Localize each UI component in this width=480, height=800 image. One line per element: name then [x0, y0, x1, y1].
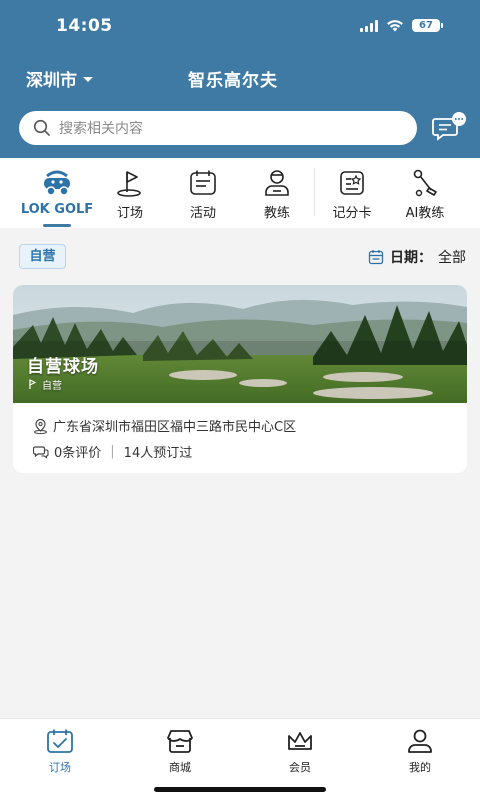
tab-coach[interactable]: 教练 — [237, 168, 317, 221]
search-placeholder: 搜索相关内容 — [59, 121, 143, 137]
tab-divider — [314, 168, 315, 216]
cellular-signal-icon — [360, 19, 378, 32]
date-filter-value: 全部 — [438, 250, 466, 266]
self-operated-filter-badge[interactable]: 自营 — [19, 244, 66, 269]
stats-separator: | — [110, 444, 115, 459]
tab-label: AI教练 — [405, 206, 445, 221]
wifi-icon — [387, 20, 403, 32]
search-input[interactable]: 搜索相关内容 — [19, 111, 417, 145]
course-card[interactable]: 自营球场 自营 广东省深圳市福田区福中三路市民中心C区 0条评价 | 14人预订… — [13, 285, 467, 473]
nav-membership[interactable]: 会员 — [260, 727, 340, 775]
course-photo — [13, 285, 467, 403]
golf-club-icon — [413, 169, 437, 197]
tab-label: LOK GOLF — [20, 202, 94, 217]
nav-profile[interactable]: 我的 — [380, 727, 460, 775]
crown-icon — [288, 732, 312, 750]
course-title: 自营球场 — [27, 357, 99, 377]
store-icon — [167, 730, 193, 753]
comment-bubbles-icon — [33, 446, 49, 459]
tab-label: 记分卡 — [332, 206, 372, 221]
course-address: 广东省深圳市福田区福中三路市民中心C区 — [33, 416, 296, 435]
calendar-check-icon — [47, 729, 73, 753]
booking-count: 14人预订过 — [123, 446, 193, 461]
category-tabs: LOK GOLF 订场 活动 教练 记分卡 AI教练 — [0, 158, 480, 228]
self-operated-tag: 自营 — [27, 377, 62, 392]
city-label: 深圳市 — [26, 71, 77, 91]
tab-label: 教练 — [263, 206, 290, 221]
status-time: 14:05 — [56, 16, 113, 36]
nav-label: 我的 — [409, 761, 431, 774]
chevron-down-icon — [83, 77, 93, 82]
battery-indicator: 67 — [412, 19, 443, 32]
chat-bubble-icon — [432, 112, 466, 141]
tab-lok-golf[interactable]: LOK GOLF — [17, 168, 97, 217]
home-indicator — [154, 787, 326, 792]
tab-ai-coach[interactable]: AI教练 — [385, 168, 465, 221]
tab-label: 订场 — [116, 206, 143, 221]
tab-label: 活动 — [189, 206, 216, 221]
coach-icon — [265, 170, 289, 196]
date-filter[interactable]: 日期： 全部 — [368, 247, 466, 267]
course-stats: 0条评价 | 14人预订过 — [33, 442, 192, 461]
nav-label: 会员 — [289, 761, 311, 774]
date-filter-label: 日期： — [390, 250, 432, 266]
scorecard-icon — [340, 171, 364, 195]
tab-events[interactable]: 活动 — [163, 168, 243, 221]
messages-button[interactable] — [432, 112, 468, 142]
review-count: 0条评价 — [54, 446, 102, 461]
city-selector[interactable]: 深圳市 — [26, 66, 93, 91]
tab-booking[interactable]: 订场 — [90, 168, 170, 221]
tab-scorecard[interactable]: 记分卡 — [312, 168, 392, 221]
course-address-text: 广东省深圳市福田区福中三路市民中心C区 — [53, 420, 297, 435]
nav-booking[interactable]: 订场 — [20, 727, 100, 775]
app-title: 智乐高尔夫 — [188, 71, 278, 91]
course-tag-label: 自营 — [42, 381, 62, 392]
golf-flag-icon — [117, 171, 141, 197]
active-tab-indicator — [43, 224, 71, 227]
nav-label: 订场 — [49, 761, 71, 774]
nav-store[interactable]: 商城 — [140, 727, 220, 775]
golf-cart-icon — [44, 170, 70, 196]
search-icon — [33, 119, 50, 136]
location-pin-icon — [34, 418, 47, 434]
user-icon — [408, 729, 432, 753]
golf-flag-icon — [29, 379, 37, 389]
nav-label: 商城 — [169, 761, 191, 774]
calendar-list-icon — [190, 170, 216, 195]
status-bar: 14:05 67 — [0, 0, 480, 52]
calendar-icon — [368, 250, 384, 265]
